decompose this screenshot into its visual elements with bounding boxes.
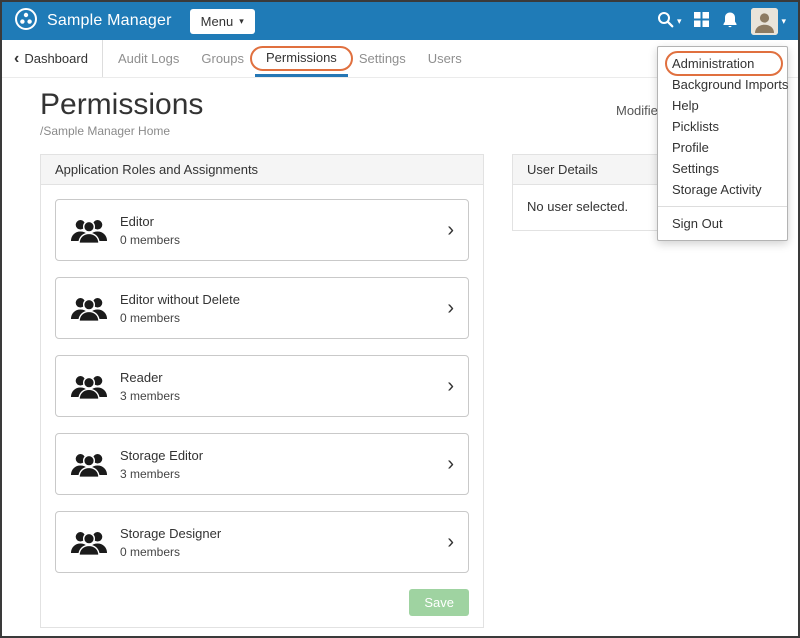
bell-icon <box>722 11 738 31</box>
role-name: Storage Designer <box>120 526 221 541</box>
role-name: Storage Editor <box>120 448 203 463</box>
app-window: Sample Manager Menu ▾ ▾ <box>0 0 800 638</box>
page-heading: Permissions /Sample Manager Home <box>40 88 203 138</box>
role-members: 0 members <box>120 311 240 325</box>
chevron-right-icon: › <box>447 454 454 474</box>
avatar <box>751 8 778 35</box>
menu-item-storage-activity[interactable]: Storage Activity <box>658 179 787 200</box>
menu-item-background-imports[interactable]: Background Imports <box>658 74 787 95</box>
page-title: Permissions <box>40 88 203 121</box>
menu-button-label: Menu <box>201 14 234 29</box>
role-members: 0 members <box>120 545 221 559</box>
save-button[interactable]: Save <box>409 589 469 616</box>
menu-item-sign-out[interactable]: Sign Out <box>658 213 787 234</box>
menu-divider <box>658 206 787 207</box>
role-members: 0 members <box>120 233 180 247</box>
role-name: Editor without Delete <box>120 292 240 307</box>
menu-item-picklists[interactable]: Picklists <box>658 116 787 137</box>
tab-groups[interactable]: Groups <box>190 40 255 77</box>
roles-panel-header: Application Roles and Assignments <box>41 155 483 185</box>
tab-settings[interactable]: Settings <box>348 40 417 77</box>
user-avatar-button[interactable]: ▾ <box>751 8 786 35</box>
role-members: 3 members <box>120 467 203 481</box>
back-to-dashboard-link[interactable]: ‹ Dashboard <box>14 40 103 77</box>
chevron-right-icon: › <box>447 298 454 318</box>
users-group-icon <box>70 373 108 400</box>
tab-users[interactable]: Users <box>417 40 473 77</box>
menu-button[interactable]: Menu ▾ <box>190 9 255 34</box>
menu-item-settings[interactable]: Settings <box>658 158 787 179</box>
role-row-reader[interactable]: Reader 3 members › <box>55 355 469 417</box>
roles-panel-body: Editor 0 members › <box>41 185 483 630</box>
menu-item-profile[interactable]: Profile <box>658 137 787 158</box>
chevron-right-icon: › <box>447 220 454 240</box>
tab-audit-logs[interactable]: Audit Logs <box>107 40 190 77</box>
role-members: 3 members <box>120 389 180 403</box>
role-row-editor-without-delete[interactable]: Editor without Delete 0 members › <box>55 277 469 339</box>
tab-permissions-label: Permissions <box>266 50 337 65</box>
chevron-right-icon: › <box>447 376 454 396</box>
role-row-storage-designer[interactable]: Storage Designer 0 members › <box>55 511 469 573</box>
search-button[interactable]: ▾ <box>657 11 682 31</box>
chevron-down-icon: ▾ <box>239 16 244 27</box>
menu-item-label: Administration <box>672 56 754 71</box>
tab-permissions[interactable]: Permissions <box>255 40 348 77</box>
modified-note: Modifie <box>616 103 658 118</box>
back-label: Dashboard <box>24 51 88 66</box>
menu-item-help[interactable]: Help <box>658 95 787 116</box>
role-name: Editor <box>120 214 180 229</box>
users-group-icon <box>70 295 108 322</box>
user-dropdown-menu: Administration Background Imports Help P… <box>657 46 788 241</box>
menu-item-administration[interactable]: Administration <box>658 53 787 74</box>
save-row: Save <box>55 589 469 616</box>
search-icon <box>657 11 674 31</box>
role-name: Reader <box>120 370 180 385</box>
grid-icon <box>694 12 709 30</box>
users-group-icon <box>70 529 108 556</box>
page-subtitle: /Sample Manager Home <box>40 124 203 138</box>
app-logo-icon <box>14 7 38 36</box>
chevron-down-icon: ▾ <box>677 16 682 27</box>
chevron-left-icon: ‹ <box>14 51 19 67</box>
users-group-icon <box>70 217 108 244</box>
chevron-right-icon: › <box>447 532 454 552</box>
brand[interactable]: Sample Manager <box>14 7 172 36</box>
top-navigation-bar: Sample Manager Menu ▾ ▾ <box>2 2 798 40</box>
apps-grid-button[interactable] <box>694 12 709 30</box>
roles-panel: Application Roles and Assignments Editor <box>40 154 484 628</box>
topbar-actions: ▾ <box>657 8 786 35</box>
users-group-icon <box>70 451 108 478</box>
notifications-button[interactable] <box>722 11 738 31</box>
chevron-down-icon: ▾ <box>781 16 786 27</box>
brand-name: Sample Manager <box>47 12 172 30</box>
role-row-storage-editor[interactable]: Storage Editor 3 members › <box>55 433 469 495</box>
role-row-editor[interactable]: Editor 0 members › <box>55 199 469 261</box>
